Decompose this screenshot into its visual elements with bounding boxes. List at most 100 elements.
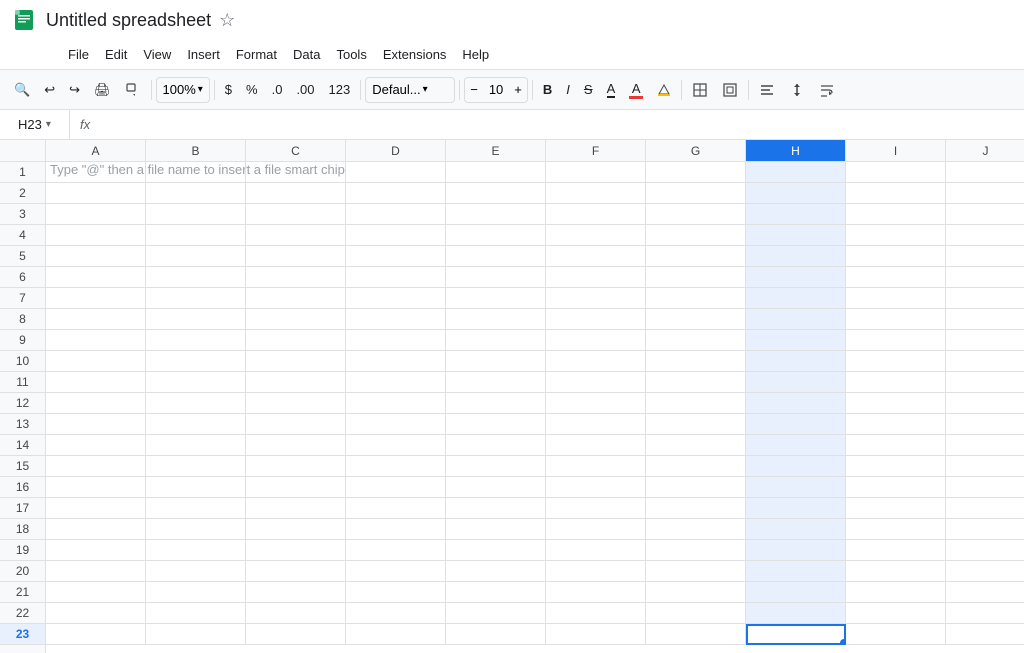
cell-g9[interactable] xyxy=(646,330,746,351)
row-num-22[interactable]: 22 xyxy=(0,603,45,624)
cell-i5[interactable] xyxy=(846,246,946,267)
cell-i22[interactable] xyxy=(846,603,946,624)
cell-a14[interactable] xyxy=(46,435,146,456)
cell-h18[interactable] xyxy=(746,519,846,540)
cell-f22[interactable] xyxy=(546,603,646,624)
row-num-12[interactable]: 12 xyxy=(0,393,45,414)
cell-a5[interactable] xyxy=(46,246,146,267)
cell-j14[interactable] xyxy=(946,435,1024,456)
cell-c13[interactable] xyxy=(246,414,346,435)
cell-b23[interactable] xyxy=(146,624,246,645)
cell-g23[interactable] xyxy=(646,624,746,645)
cell-g7[interactable] xyxy=(646,288,746,309)
cell-c22[interactable] xyxy=(246,603,346,624)
cell-h2[interactable] xyxy=(746,183,846,204)
cell-d20[interactable] xyxy=(346,561,446,582)
row-num-16[interactable]: 16 xyxy=(0,477,45,498)
cell-g14[interactable] xyxy=(646,435,746,456)
star-icon[interactable]: ☆ xyxy=(219,10,235,31)
cell-g15[interactable] xyxy=(646,456,746,477)
cell-j21[interactable] xyxy=(946,582,1024,603)
cell-a11[interactable] xyxy=(46,372,146,393)
cell-i16[interactable] xyxy=(846,477,946,498)
search-button[interactable]: 🔍 xyxy=(8,76,36,104)
cell-c10[interactable] xyxy=(246,351,346,372)
cell-c3[interactable] xyxy=(246,204,346,225)
cell-f3[interactable] xyxy=(546,204,646,225)
cell-j7[interactable] xyxy=(946,288,1024,309)
cell-g1[interactable] xyxy=(646,162,746,183)
cell-g6[interactable] xyxy=(646,267,746,288)
cell-e20[interactable] xyxy=(446,561,546,582)
cell-j11[interactable] xyxy=(946,372,1024,393)
cell-i13[interactable] xyxy=(846,414,946,435)
cell-g2[interactable] xyxy=(646,183,746,204)
cell-c7[interactable] xyxy=(246,288,346,309)
cell-a10[interactable] xyxy=(46,351,146,372)
zoom-selector[interactable]: 100% ▾ xyxy=(156,77,210,103)
cell-e12[interactable] xyxy=(446,393,546,414)
cell-f20[interactable] xyxy=(546,561,646,582)
cell-f11[interactable] xyxy=(546,372,646,393)
font-size-value[interactable]: 10 xyxy=(483,80,509,99)
menu-insert[interactable]: Insert xyxy=(179,43,228,66)
row-num-18[interactable]: 18 xyxy=(0,519,45,540)
row-num-1[interactable]: 1 xyxy=(0,162,45,183)
cell-h16[interactable] xyxy=(746,477,846,498)
cell-f17[interactable] xyxy=(546,498,646,519)
cell-e19[interactable] xyxy=(446,540,546,561)
cell-a15[interactable] xyxy=(46,456,146,477)
cell-a12[interactable] xyxy=(46,393,146,414)
cell-g3[interactable] xyxy=(646,204,746,225)
fill-color-button[interactable] xyxy=(651,76,677,104)
cell-f21[interactable] xyxy=(546,582,646,603)
cell-e10[interactable] xyxy=(446,351,546,372)
cell-b16[interactable] xyxy=(146,477,246,498)
cell-c6[interactable] xyxy=(246,267,346,288)
cell-c20[interactable] xyxy=(246,561,346,582)
cell-g4[interactable] xyxy=(646,225,746,246)
font-size-decrease[interactable]: − xyxy=(465,80,483,99)
col-header-d[interactable]: D xyxy=(346,140,446,161)
cell-a23[interactable] xyxy=(46,624,146,645)
cell-a1[interactable]: Type "@" then a file name to insert a fi… xyxy=(46,162,146,183)
row-num-20[interactable]: 20 xyxy=(0,561,45,582)
cell-f15[interactable] xyxy=(546,456,646,477)
menu-edit[interactable]: Edit xyxy=(97,43,135,66)
cell-f13[interactable] xyxy=(546,414,646,435)
cell-h13[interactable] xyxy=(746,414,846,435)
cell-h8[interactable] xyxy=(746,309,846,330)
cell-a17[interactable] xyxy=(46,498,146,519)
row-num-17[interactable]: 17 xyxy=(0,498,45,519)
cell-c11[interactable] xyxy=(246,372,346,393)
bold-button[interactable]: B xyxy=(537,76,558,104)
cell-f14[interactable] xyxy=(546,435,646,456)
cell-b17[interactable] xyxy=(146,498,246,519)
cell-e18[interactable] xyxy=(446,519,546,540)
cell-j3[interactable] xyxy=(946,204,1024,225)
cell-d21[interactable] xyxy=(346,582,446,603)
cell-d12[interactable] xyxy=(346,393,446,414)
cell-j4[interactable] xyxy=(946,225,1024,246)
row-num-14[interactable]: 14 xyxy=(0,435,45,456)
cell-c18[interactable] xyxy=(246,519,346,540)
cell-d19[interactable] xyxy=(346,540,446,561)
cell-e3[interactable] xyxy=(446,204,546,225)
cell-e8[interactable] xyxy=(446,309,546,330)
row-num-5[interactable]: 5 xyxy=(0,246,45,267)
cell-i14[interactable] xyxy=(846,435,946,456)
cell-d7[interactable] xyxy=(346,288,446,309)
cell-a8[interactable] xyxy=(46,309,146,330)
cell-i17[interactable] xyxy=(846,498,946,519)
cell-j20[interactable] xyxy=(946,561,1024,582)
cell-i21[interactable] xyxy=(846,582,946,603)
wrap-button[interactable] xyxy=(813,76,841,104)
row-num-10[interactable]: 10 xyxy=(0,351,45,372)
cell-e9[interactable] xyxy=(446,330,546,351)
row-num-4[interactable]: 4 xyxy=(0,225,45,246)
cell-d4[interactable] xyxy=(346,225,446,246)
cell-b4[interactable] xyxy=(146,225,246,246)
cell-b19[interactable] xyxy=(146,540,246,561)
cell-h3[interactable] xyxy=(746,204,846,225)
row-num-9[interactable]: 9 xyxy=(0,330,45,351)
